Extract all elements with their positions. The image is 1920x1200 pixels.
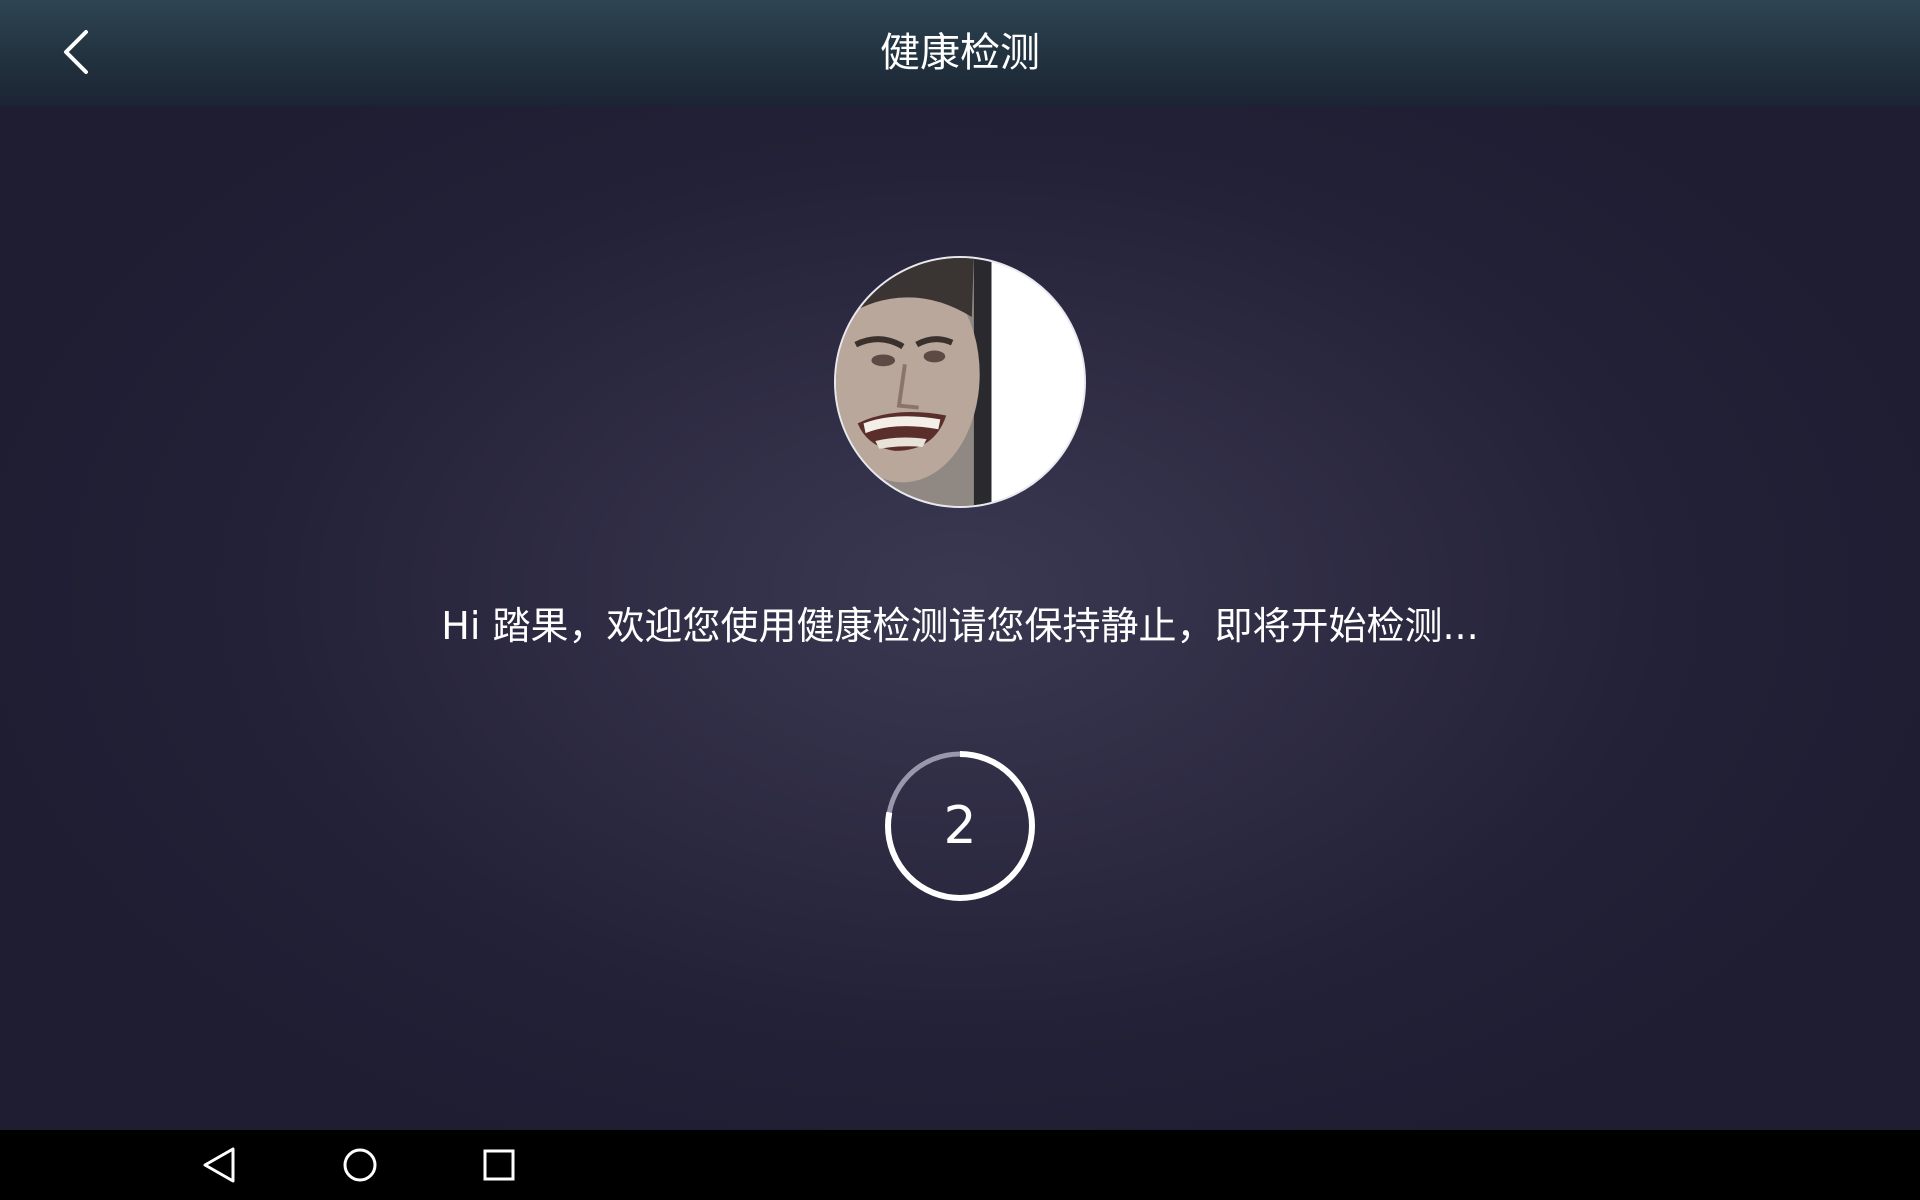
countdown-number: 2 [943,796,977,856]
countdown-timer: 2 [884,750,1036,902]
title-bar: 健康检测 [0,0,1920,106]
avatar-photo-icon [836,258,1084,506]
system-back-button[interactable] [190,1135,250,1195]
welcome-message: Hi 踏果，欢迎您使用健康检测请您保持静止，即将开始检测... [441,604,1479,648]
system-home-button[interactable] [330,1135,390,1195]
page-title: 健康检测 [880,30,1040,76]
triangle-back-icon [203,1147,235,1183]
health-check-screen: 健康检测 Hi 踏果，欢迎您使用健康检测请您保持静止，即将开始检测... 2 [0,0,1920,1200]
main-content: Hi 踏果，欢迎您使用健康检测请您保持静止，即将开始检测... 2 [0,106,1920,1130]
avatar [834,256,1086,508]
circle-home-icon [343,1148,377,1182]
square-recents-icon [483,1149,515,1181]
system-recents-button[interactable] [469,1135,529,1195]
system-navigation-bar [0,1130,1920,1200]
